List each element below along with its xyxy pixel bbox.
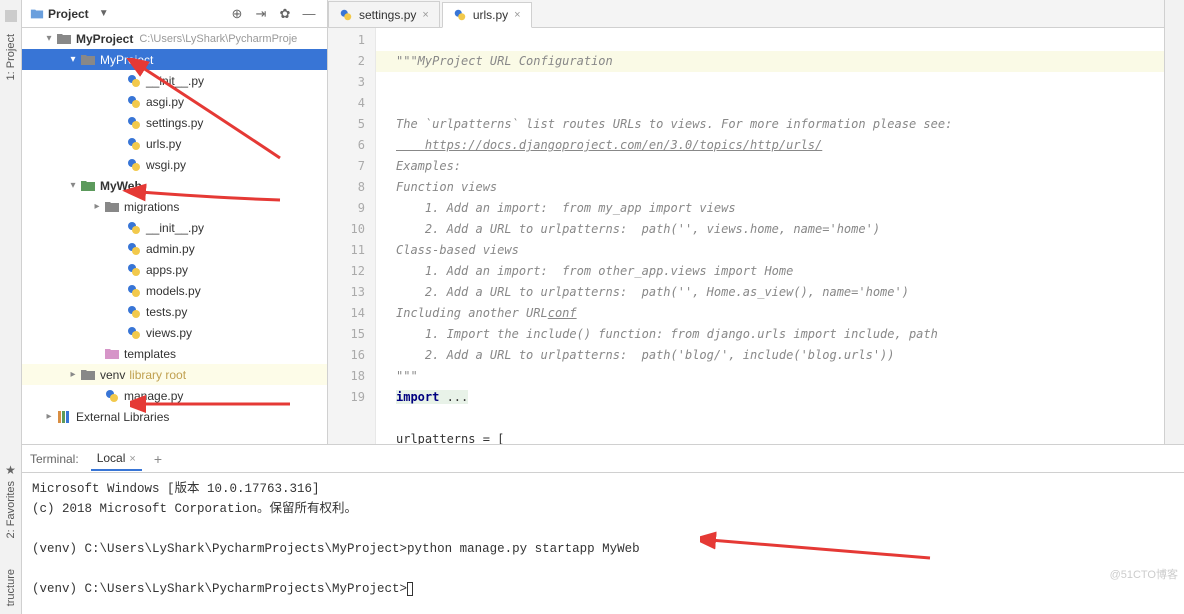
project-tool-icon[interactable]: [5, 10, 17, 22]
python-file-icon: [126, 94, 142, 110]
scroll-from-source-icon[interactable]: ⊕: [227, 4, 247, 24]
tree-templates[interactable]: templates: [22, 343, 327, 364]
project-panel-header: Project ▼ ⊕ ⇥ ✿ —: [22, 0, 327, 28]
terminal-panel: Terminal: Local× + Microsoft Windows [版本…: [22, 444, 1184, 614]
structure-tool-label[interactable]: tructure: [5, 569, 17, 606]
python-file-icon: [126, 325, 142, 341]
python-file-icon: [126, 304, 142, 320]
hide-panel-icon[interactable]: —: [299, 4, 319, 24]
terminal-label: Terminal:: [30, 452, 79, 466]
terminal-tabs: Terminal: Local× +: [22, 445, 1184, 473]
close-tab-icon[interactable]: ×: [514, 9, 520, 21]
tree-root[interactable]: ▾MyProjectC:\Users\LyShark\PycharmProje: [22, 28, 327, 49]
python-file-icon: [453, 8, 467, 22]
python-file-icon: [104, 388, 120, 404]
collapse-all-icon[interactable]: ⇥: [251, 4, 271, 24]
tree-file-asgi[interactable]: asgi.py: [22, 91, 327, 112]
tree-file-urls[interactable]: urls.py: [22, 133, 327, 154]
terminal-cursor: [407, 582, 413, 596]
tree-file-init[interactable]: __init__.py: [22, 70, 327, 91]
folder-icon: [56, 31, 72, 47]
tree-file-views[interactable]: views.py: [22, 322, 327, 343]
favorites-star-icon[interactable]: ★: [5, 463, 16, 477]
python-file-icon: [126, 283, 142, 299]
tree-myproject-pkg[interactable]: ▾MyProject: [22, 49, 327, 70]
editor-area: settings.py× urls.py× 123456789101112131…: [328, 0, 1164, 444]
favorites-tool-label[interactable]: 2: Favorites: [5, 481, 17, 538]
python-file-icon: [126, 73, 142, 89]
folder-icon: [80, 367, 96, 383]
add-terminal-icon[interactable]: +: [154, 451, 162, 467]
python-file-icon: [126, 157, 142, 173]
line-gutter: 123456789101112131415161819: [328, 28, 376, 444]
terminal-body[interactable]: Microsoft Windows [版本 10.0.17763.316] (c…: [22, 473, 1184, 614]
tree-file-tests[interactable]: tests.py: [22, 301, 327, 322]
project-folder-icon: [30, 7, 44, 21]
left-tool-gutter: 1: Project: [0, 0, 22, 444]
python-file-icon: [339, 8, 353, 22]
tree-file-init2[interactable]: __init__.py: [22, 217, 327, 238]
tree-manage[interactable]: manage.py: [22, 385, 327, 406]
panel-dropdown-icon[interactable]: ▼: [99, 8, 109, 19]
python-file-icon: [126, 136, 142, 152]
editor-tabs: settings.py× urls.py×: [328, 0, 1164, 28]
tree-file-admin[interactable]: admin.py: [22, 238, 327, 259]
tree-file-wsgi[interactable]: wsgi.py: [22, 154, 327, 175]
django-folder-icon: [80, 52, 96, 68]
python-file-icon: [126, 115, 142, 131]
watermark: @51CTO博客: [1110, 566, 1178, 582]
right-tool-gutter: [1164, 0, 1184, 444]
tree-myweb-pkg[interactable]: ▾MyWeb: [22, 175, 327, 196]
settings-gear-icon[interactable]: ✿: [275, 4, 295, 24]
close-tab-icon[interactable]: ×: [129, 453, 135, 465]
close-tab-icon[interactable]: ×: [422, 9, 428, 21]
python-file-icon: [126, 262, 142, 278]
code-editor[interactable]: 123456789101112131415161819 """MyProject…: [328, 28, 1164, 444]
terminal-tab-local[interactable]: Local×: [91, 447, 142, 471]
project-tool-label[interactable]: 1: Project: [5, 34, 17, 80]
folder-icon: [104, 199, 120, 215]
library-icon: [56, 409, 72, 425]
left-tool-gutter-bottom: ★ 2: Favorites tructure: [0, 444, 22, 614]
tree-external-libs[interactable]: ▸External Libraries: [22, 406, 327, 427]
tree-file-apps[interactable]: apps.py: [22, 259, 327, 280]
tree-file-models[interactable]: models.py: [22, 280, 327, 301]
tree-file-settings[interactable]: settings.py: [22, 112, 327, 133]
panel-title: Project: [48, 7, 89, 21]
tree-venv[interactable]: ▸venvlibrary root: [22, 364, 327, 385]
project-tree: ▾MyProjectC:\Users\LyShark\PycharmProje …: [22, 28, 327, 444]
python-file-icon: [126, 241, 142, 257]
code-content[interactable]: """MyProject URL Configuration The `urlp…: [376, 28, 1164, 444]
tab-settings[interactable]: settings.py×: [328, 1, 440, 27]
python-file-icon: [126, 220, 142, 236]
tab-urls[interactable]: urls.py×: [442, 2, 532, 28]
tree-migrations[interactable]: ▸migrations: [22, 196, 327, 217]
project-panel: Project ▼ ⊕ ⇥ ✿ — ▾MyProjectC:\Users\LyS…: [22, 0, 328, 444]
django-folder-icon: [80, 178, 96, 194]
folder-icon: [104, 346, 120, 362]
